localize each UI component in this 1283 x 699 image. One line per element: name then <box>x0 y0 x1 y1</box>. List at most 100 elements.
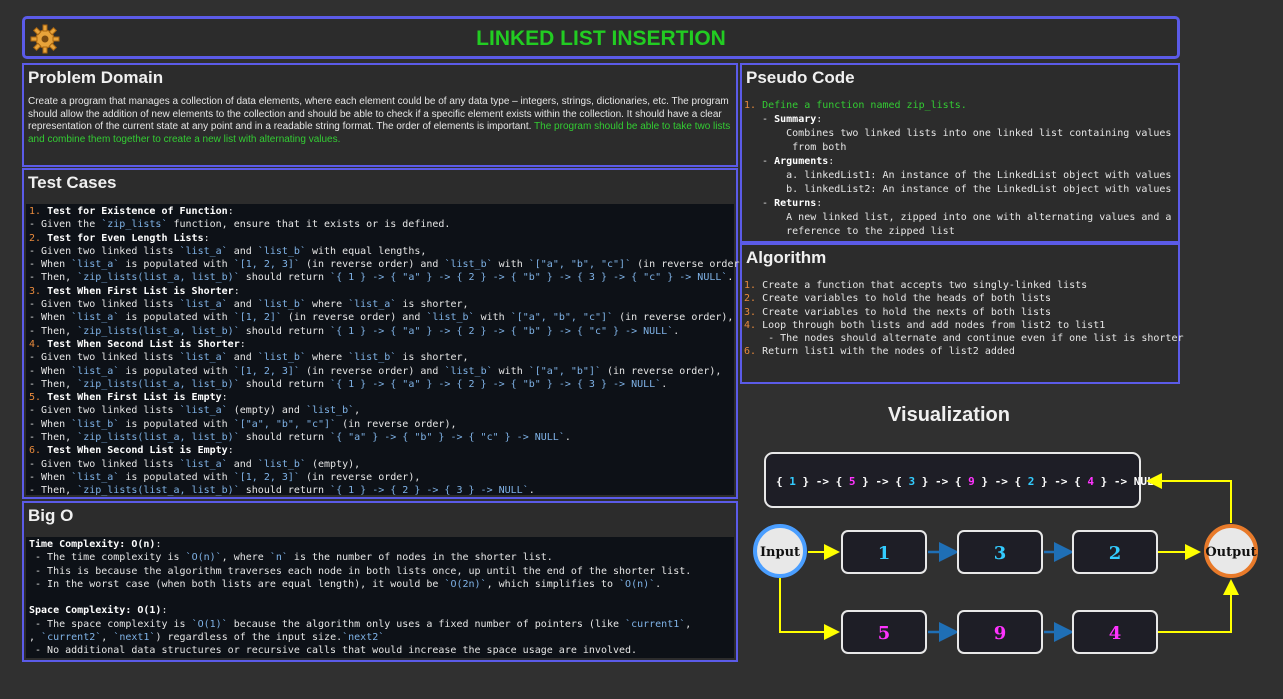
line-text: (in reverse order), <box>336 418 457 430</box>
code-span: `{ 1 } -> { "a" } -> { 2 } -> { "b" } ->… <box>330 378 662 390</box>
line-text: - Then, <box>29 272 78 284</box>
line-text: : <box>233 285 240 297</box>
code-span: `{ 1 } -> { "a" } -> { 2 } -> { "b" } ->… <box>330 272 728 284</box>
line-text: - When <box>29 471 72 483</box>
line-text: - Given the <box>29 219 102 231</box>
code-span: `[1, 2, 3]` <box>233 471 300 483</box>
line-text: should return <box>239 325 331 337</box>
line-text: , <box>354 405 361 417</box>
list2-to-output-arrow <box>1157 579 1239 633</box>
list2-node-value: 4 <box>1109 623 1122 644</box>
brace: } <box>915 475 928 488</box>
brace: { <box>955 475 968 488</box>
problem-domain-heading: Problem Domain <box>28 68 164 87</box>
code-span: `list_b` <box>71 418 120 430</box>
code-span: `O(n)` <box>619 578 656 590</box>
line-text: should return <box>239 378 331 390</box>
line-text: - Given two linked lists <box>29 299 180 311</box>
code-span: `list_a` <box>179 458 228 470</box>
line-text: . <box>661 378 668 390</box>
line-text: should return <box>239 485 331 497</box>
pseudo-line: - Summary: <box>744 113 1171 127</box>
line-text: : <box>227 445 234 457</box>
line-text: from both <box>744 142 847 153</box>
bold-label: Test When First List is Shorter <box>47 285 234 297</box>
line-number: 1. <box>744 100 763 111</box>
test-case-line: 6. Test When Second List is Empty: <box>29 444 731 457</box>
line-number: 2. <box>29 232 48 244</box>
result-value: 2 <box>1028 475 1035 488</box>
brace: } <box>1034 475 1047 488</box>
bold-label: Test When First List is Empty <box>47 392 222 404</box>
output-label: Output <box>1205 545 1256 560</box>
algorithm-line: 4. Loop through both lists and add nodes… <box>744 319 1184 332</box>
pseudo-code-body: 1. Define a function named zip_lists. - … <box>744 99 1171 239</box>
line-text: . <box>727 272 734 284</box>
line-text: - When <box>29 365 72 377</box>
line-text: with <box>474 312 511 324</box>
line-number: 6. <box>744 346 763 358</box>
line-text: - Given two linked lists <box>29 405 180 417</box>
line-text: (in reverse order) and <box>281 312 427 324</box>
line-text: should return <box>239 272 331 284</box>
line-text: (empty) and <box>227 405 306 417</box>
line-text: : <box>155 539 162 550</box>
output-to-result-arrow <box>1146 473 1232 523</box>
line-text: - In the worst case (when both lists are… <box>29 578 445 590</box>
brace: { <box>1015 475 1028 488</box>
code-span: `list_b` <box>426 312 475 324</box>
line-number: 4. <box>744 319 763 331</box>
line-text: - When <box>29 312 72 324</box>
code-span: `list_b` <box>257 245 306 257</box>
code-span: `list_b` <box>305 405 355 417</box>
line-text: (empty), <box>305 458 361 470</box>
code-span: `next1` <box>113 632 156 644</box>
arrow-text: -> <box>1107 475 1134 488</box>
line-text: - Given two linked lists <box>29 245 180 257</box>
list2-node-value: 5 <box>878 623 891 644</box>
line-text: , where <box>221 552 270 564</box>
bold-label: Test for Existence of Function <box>47 206 228 217</box>
code-span: `list_a` <box>348 299 397 311</box>
line-text: - <box>744 156 775 167</box>
line-text: , <box>29 632 42 644</box>
line-text: . <box>673 325 680 337</box>
line-text: A new linked list, zipped into one with … <box>744 212 1172 223</box>
test-case-line: - Given two linked lists `list_a` and `l… <box>29 351 731 364</box>
line-number: 4. <box>29 338 48 350</box>
line-text: is shorter, <box>396 352 469 364</box>
line-text: Define a function named zip_lists. <box>762 100 967 111</box>
algorithm-line: 2. Create variables to hold the heads of… <box>744 292 1184 305</box>
big-o-line: , `current2`, `next1`) regardless of the… <box>29 631 731 644</box>
algorithm-line: - The nodes should alternate and continu… <box>744 332 1183 345</box>
page-title: LINKED LIST INSERTION <box>476 27 726 50</box>
test-case-line: - Then, `zip_lists(list_a, list_b)` shou… <box>29 271 734 284</box>
line-text: should return <box>239 432 331 444</box>
code-span: `zip_lists(list_a, list_b)` <box>77 272 240 284</box>
line-text: - The time complexity is <box>29 552 186 564</box>
line-text: : <box>227 206 234 217</box>
brace: } <box>856 475 869 488</box>
code-span: `list_a` <box>179 405 228 417</box>
algorithm-line: 1. Create a function that accepts two si… <box>744 279 1184 292</box>
pseudo-code-panel: Pseudo Code 1. Define a function named z… <box>740 63 1180 243</box>
brace: { <box>776 475 789 488</box>
brace: { <box>836 475 849 488</box>
test-case-line: 3. Test When First List is Shorter: <box>29 285 731 298</box>
line-number: 6. <box>29 445 48 457</box>
bold-label: Test for Even Length Lists <box>47 232 204 244</box>
code-span: `list_b` <box>444 259 493 271</box>
line-text: (in reverse order) and <box>299 365 445 377</box>
algorithm-body: 1. Create a function that accepts two si… <box>744 279 1184 359</box>
pseudo-line: a. linkedList1: An instance of the Linke… <box>744 169 1171 183</box>
code-span: `current1` <box>625 618 686 630</box>
arrow-text: -> <box>928 475 955 488</box>
code-span: `[1, 2]` <box>233 312 282 324</box>
algorithm-heading: Algorithm <box>746 248 827 267</box>
line-text: Create variables to hold the heads of bo… <box>762 293 1052 305</box>
test-cases-code: 1. Test for Existence of Function: - Give… <box>26 204 752 497</box>
pseudo-line: 1. Define a function named zip_lists. <box>744 99 1171 113</box>
big-o-line: - The time complexity is `O(n)`, where `… <box>29 551 731 564</box>
line-number: 2. <box>744 293 763 305</box>
